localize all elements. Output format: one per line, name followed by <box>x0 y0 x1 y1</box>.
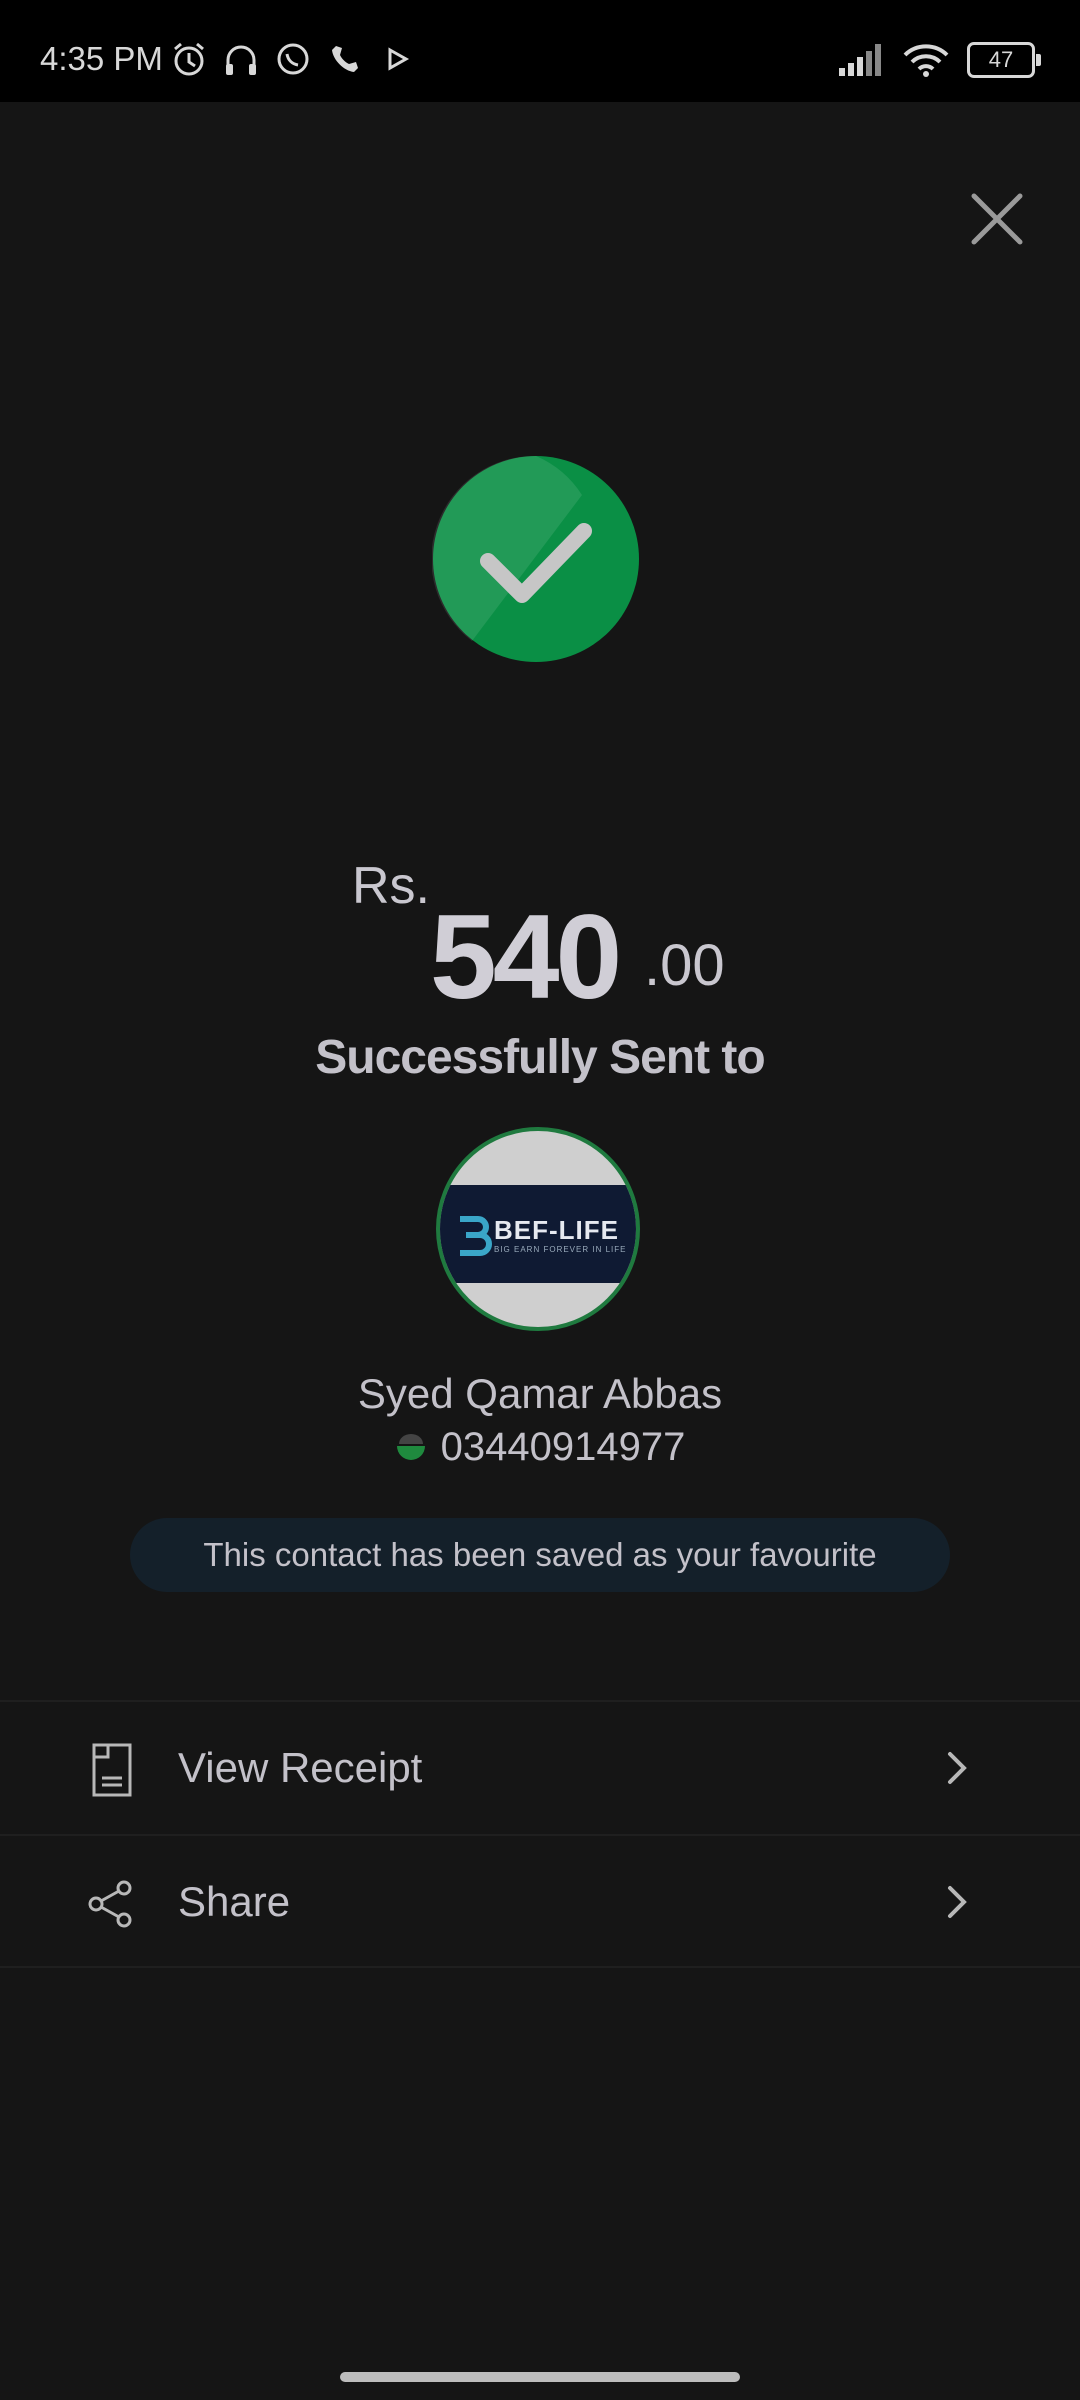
favourite-notice: This contact has been saved as your favo… <box>130 1518 950 1592</box>
amount-decimal: .00 <box>644 933 725 998</box>
home-indicator[interactable] <box>340 2372 740 2382</box>
close-button[interactable] <box>966 188 1028 250</box>
avatar-logo: BEF-LIFE BIG EARN FOREVER IN LIFE <box>440 1185 636 1283</box>
receipt-icon <box>92 1743 132 1797</box>
notification-icons <box>170 40 416 78</box>
view-receipt-label: View Receipt <box>178 1744 423 1791</box>
phone-icon <box>326 40 364 78</box>
headphones-icon <box>222 40 260 78</box>
recipient-avatar: BEF-LIFE BIG EARN FOREVER IN LIFE <box>436 1127 640 1331</box>
amount-currency: Rs. <box>352 857 430 915</box>
recipient-name: Syed Qamar Abbas <box>357 1370 723 1417</box>
logo-text: BEF-LIFE <box>494 1215 619 1245</box>
logo-mark-icon <box>460 1216 492 1256</box>
amount-whole: 540 <box>430 890 622 1024</box>
divider <box>0 1966 1080 1968</box>
whatsapp-icon <box>274 40 312 78</box>
chevron-right-icon <box>948 1752 967 1784</box>
chevron-right-icon <box>948 1886 967 1918</box>
recipient-phone-row: 03440914977 <box>0 1425 1080 1472</box>
status-time: 4:35 PM <box>40 40 163 77</box>
view-receipt-button[interactable]: View Receipt <box>0 1702 1080 1834</box>
wifi-icon <box>903 44 949 77</box>
alarm-icon <box>170 40 208 78</box>
system-icons: 47 <box>839 42 1041 78</box>
logo-subtext: BIG EARN FOREVER IN LIFE <box>494 1245 627 1254</box>
share-button[interactable]: Share <box>0 1836 1080 1968</box>
share-icon <box>88 1880 132 1928</box>
success-message: Successfully Sent to <box>315 1031 765 1084</box>
transaction-amount: Rs. 540 .00 <box>0 850 1080 1024</box>
share-label: Share <box>178 1878 291 1925</box>
success-check-icon <box>431 455 640 663</box>
close-icon <box>971 193 1023 245</box>
jazz-network-icon <box>395 1427 427 1472</box>
play-icon <box>378 40 416 78</box>
recipient-phone: 03440914977 <box>440 1425 686 1469</box>
signal-icon <box>839 44 881 76</box>
battery-icon: 47 <box>967 42 1041 78</box>
status-bar: 4:35 PM 47 <box>0 0 1080 102</box>
